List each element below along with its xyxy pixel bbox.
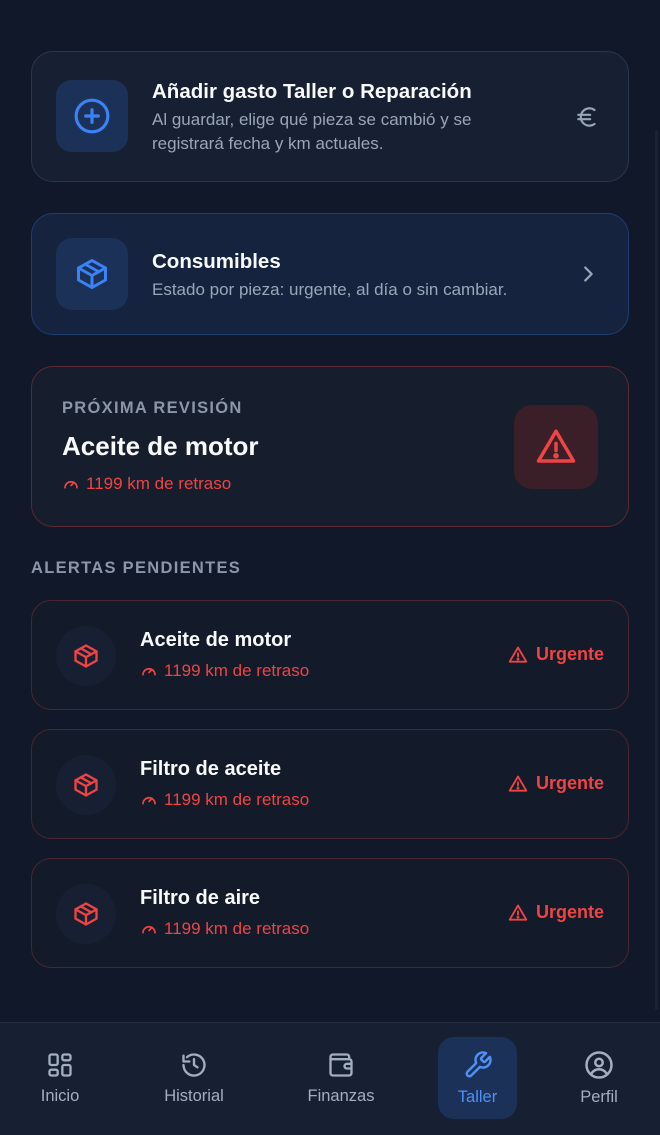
gauge-icon [64,480,78,489]
gauge-icon [142,667,156,676]
alert-delay-text: 1199 km de retraso [164,790,310,809]
tab-label: Perfil [580,1087,618,1106]
alert-name: Filtro de aire [140,887,261,909]
alert-name: Aceite de motor [140,629,292,651]
next-revision-title: Aceite de motor [62,431,259,461]
tab-historial[interactable]: Historial [148,1037,240,1119]
add-expense-title: Añadir gasto Taller o Reparación [152,80,472,103]
tab-perfil[interactable]: Perfil [566,1037,632,1119]
app-screen: Añadir gasto Taller o Reparación Al guar… [0,0,660,1135]
next-revision-delay-text: 1199 km de retraso [86,474,232,493]
warning-triangle-icon [508,904,528,921]
alert-delay-text: 1199 km de retraso [164,919,310,938]
alert-delay: 1199 km de retraso [140,790,309,810]
bottom-tab-bar: Inicio Historial Finanzas Taller Perfil [0,1022,660,1135]
tab-label: Inicio [40,1086,80,1105]
gauge-icon [142,925,156,934]
tab-label: Historial [164,1086,224,1105]
box-icon [56,626,116,686]
next-revision-eyebrow: PRÓXIMA REVISIÓN [62,399,243,417]
alert-name: Filtro de aceite [140,758,282,780]
tab-inicio[interactable]: Inicio [20,1037,100,1119]
warning-triangle-icon [508,775,528,792]
alert-delay-text: 1199 km de retraso [164,661,310,680]
box-icon [56,884,116,944]
tab-finanzas[interactable]: Finanzas [294,1037,388,1119]
alert-delay: 1199 km de retraso [140,661,309,681]
history-icon [182,1052,206,1077]
next-revision-delay: 1199 km de retraso [62,474,231,494]
consumables-card[interactable]: Consumibles Estado por pieza: urgente, a… [31,213,629,335]
consumables-subtitle: Estado por pieza: urgente, al día o sin … [152,280,508,299]
status-label: Urgente [535,902,604,922]
alert-card[interactable]: Filtro de aceite 1199 km de retraso Urge… [31,729,629,839]
chevron-right-icon [574,260,602,288]
grid-icon [48,1052,72,1077]
status-badge: Urgente [508,773,604,794]
add-expense-subtitle-line1: Al guardar, elige qué pieza se cambió y … [152,110,472,129]
warning-triangle-icon [514,405,598,489]
main-content[interactable]: Añadir gasto Taller o Reparación Al guar… [0,0,660,1022]
box-icon [56,238,128,310]
gauge-icon [142,796,156,805]
alert-card[interactable]: Filtro de aire 1199 km de retraso Urgent… [31,858,629,968]
user-circle-icon [585,1050,613,1079]
add-expense-card[interactable]: Añadir gasto Taller o Reparación Al guar… [31,51,629,182]
tab-label: Finanzas [307,1086,375,1105]
status-badge: Urgente [508,902,604,923]
next-revision-card[interactable]: PRÓXIMA REVISIÓN Aceite de motor 1199 km… [31,366,629,527]
alert-delay: 1199 km de retraso [140,919,309,939]
status-badge: Urgente [508,644,604,665]
box-icon [56,755,116,815]
warning-triangle-icon [508,646,528,663]
status-label: Urgente [535,644,604,664]
tab-taller[interactable]: Taller [438,1037,517,1119]
euro-icon [574,103,602,131]
alerts-section-label: ALERTAS PENDIENTES [31,559,242,577]
consumables-title: Consumibles [152,250,281,273]
plus-circle-icon [56,80,128,152]
alert-card[interactable]: Aceite de motor 1199 km de retraso Urgen… [31,600,629,710]
tab-label: Taller [457,1087,498,1106]
status-label: Urgente [535,773,604,793]
scrollbar[interactable] [655,130,658,1010]
wallet-icon [329,1052,353,1077]
wrench-icon [465,1050,492,1077]
add-expense-subtitle-line2: registrará fecha y km actuales. [152,134,384,153]
